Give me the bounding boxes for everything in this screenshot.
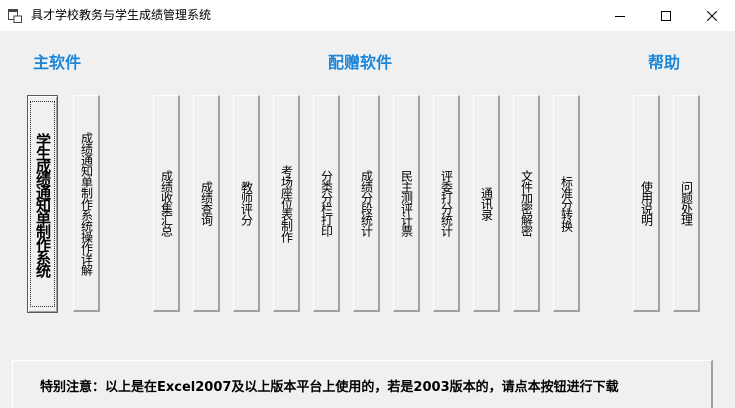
close-icon [707, 10, 717, 21]
main-guide-button[interactable]: 成绩通知单制作系统操作详解 [73, 95, 100, 312]
class-print-button[interactable]: 分类分栏打印 [313, 95, 340, 312]
maximize-icon [661, 10, 671, 21]
score-stats-label: 成绩分段统计 [359, 170, 374, 236]
focus-rectangle: 学生成绩通知单制作系统 [30, 101, 55, 307]
faq-button[interactable]: 问题处理 [673, 95, 700, 312]
usage-guide-label: 使用说明 [639, 181, 654, 225]
file-encrypt-button[interactable]: 文件加密解密 [513, 95, 540, 312]
contacts-button[interactable]: 通讯录 [473, 95, 500, 312]
exam-seating-label: 考场座位表制作 [279, 164, 294, 242]
judge-stats-label: 评委打分统计 [439, 170, 454, 236]
standard-score-label: 标准分转换 [559, 175, 574, 231]
main-system-button[interactable]: 学生成绩通知单制作系统 [27, 95, 58, 313]
score-stats-button[interactable]: 成绩分段统计 [353, 95, 380, 312]
app-icon [8, 8, 22, 23]
usage-guide-button[interactable]: 使用说明 [633, 95, 660, 312]
democratic-vote-label: 民主测评计票 [399, 170, 414, 236]
faq-label: 问题处理 [679, 181, 694, 225]
standard-score-button[interactable]: 标准分转换 [553, 95, 580, 312]
score-query-label: 成绩查询 [199, 181, 214, 225]
minimize-button[interactable] [597, 0, 643, 31]
app-window: 具才学校教务与学生成绩管理系统 主软件 配赠软件 帮助 学生成绩通知单制作系统 … [0, 0, 735, 408]
file-encrypt-label: 文件加密解密 [519, 170, 534, 236]
download-2003-button[interactable]: 特别注意：以上是在Excel2007及以上版本平台上使用的，若是2003版本的，… [12, 360, 713, 408]
teacher-score-label: 教师评分 [239, 181, 254, 225]
section-help: 帮助 [648, 53, 681, 72]
class-print-label: 分类分栏打印 [319, 170, 334, 236]
section-bonus-software: 配赠软件 [328, 53, 393, 72]
title-bar: 具才学校教务与学生成绩管理系统 [0, 0, 735, 31]
teacher-score-button[interactable]: 教师评分 [233, 95, 260, 312]
main-guide-label: 成绩通知单制作系统操作详解 [79, 131, 94, 275]
score-query-button[interactable]: 成绩查询 [193, 95, 220, 312]
window-title: 具才学校教务与学生成绩管理系统 [31, 8, 212, 22]
democratic-vote-button[interactable]: 民主测评计票 [393, 95, 420, 312]
judge-stats-button[interactable]: 评委打分统计 [433, 95, 460, 312]
maximize-button[interactable] [643, 0, 689, 31]
download-2003-label: 特别注意：以上是在Excel2007及以上版本平台上使用的，若是2003版本的，… [40, 380, 619, 395]
main-system-label: 学生成绩通知单制作系统 [34, 132, 52, 276]
contacts-label: 通讯录 [479, 186, 494, 220]
score-summary-button[interactable]: 成绩收集汇总 [153, 95, 180, 312]
section-main-software: 主软件 [33, 53, 82, 72]
score-summary-label: 成绩收集汇总 [159, 170, 174, 236]
close-button[interactable] [689, 0, 735, 31]
exam-seating-button[interactable]: 考场座位表制作 [273, 95, 300, 312]
minimize-icon [615, 15, 625, 17]
